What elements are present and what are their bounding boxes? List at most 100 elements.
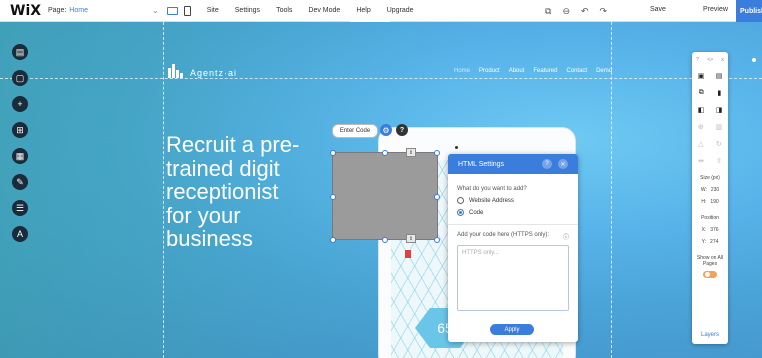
resize-handle[interactable]	[434, 194, 440, 200]
close-icon[interactable]: x	[721, 57, 724, 63]
menu-tools[interactable]: Tools	[276, 7, 292, 14]
show-on-all-pages-toggle[interactable]	[703, 271, 717, 278]
save-button[interactable]: Save	[650, 6, 666, 13]
publish-button[interactable]: Publish	[736, 0, 762, 22]
site-nav-about[interactable]: About	[509, 68, 525, 74]
resize-handle[interactable]	[382, 150, 388, 156]
y-field[interactable]: Y: 274	[692, 239, 728, 245]
y-value[interactable]: 274	[710, 239, 718, 245]
radio-selected-icon[interactable]	[457, 209, 464, 216]
panel-title: HTML Settings	[458, 160, 505, 168]
redo-icon[interactable]: ↷	[600, 6, 608, 17]
list-icon[interactable]: ☰	[12, 200, 28, 216]
pen-icon[interactable]: ✎	[12, 174, 28, 190]
width-field[interactable]: W: 230	[692, 187, 728, 193]
option-website-address[interactable]: Website Address	[457, 197, 569, 204]
question-label: What do you want to add?	[457, 186, 527, 192]
delete-icon[interactable]: ▮	[717, 89, 721, 97]
drag-handle-top-icon[interactable]: ⇕	[406, 148, 416, 157]
position-label: Position	[701, 215, 719, 221]
desktop-icon[interactable]	[166, 6, 178, 15]
option-label: Code	[469, 209, 484, 216]
duplicate-icon[interactable]: ⧉	[699, 89, 704, 97]
close-icon[interactable]: ✕	[558, 159, 568, 169]
plus-icon[interactable]: +	[12, 96, 28, 112]
html-embed-element[interactable]	[332, 152, 438, 240]
left-toolbar: ▤ ▢ + ⊞ ▦ ✎ ☰ A	[12, 44, 28, 242]
preview-button[interactable]: Preview	[703, 6, 728, 13]
resize-handle[interactable]	[330, 150, 336, 156]
code-icon[interactable]: <>	[707, 57, 713, 63]
mobile-icon[interactable]	[183, 5, 191, 16]
match-height-icon[interactable]: ⇳	[716, 157, 722, 165]
align-center-icon[interactable]: ⊕	[698, 123, 704, 131]
drag-handle-bottom-icon[interactable]: ⇕	[406, 234, 416, 243]
resize-handle[interactable]	[382, 237, 388, 243]
html-settings-panel: HTML Settings ? ✕ What do you want to ad…	[448, 154, 578, 342]
arrange-row: ▣ ▤	[692, 72, 728, 80]
x-value[interactable]: 376	[710, 227, 718, 233]
store-icon[interactable]: A	[12, 226, 28, 242]
option-code[interactable]: Code	[457, 209, 569, 216]
page-value: Home	[69, 7, 88, 14]
code-textarea[interactable]: HTTPS only...	[457, 245, 569, 311]
zoom-icon[interactable]: ⊖	[562, 6, 570, 17]
media-icon[interactable]: ▦	[12, 148, 28, 164]
align-row: ⊕ ▥	[692, 123, 728, 131]
width-value[interactable]: 230	[711, 187, 719, 193]
match-width-icon[interactable]: ⇹	[698, 157, 704, 165]
resize-handle[interactable]	[434, 150, 440, 156]
rotate-icon[interactable]: ↻	[716, 140, 722, 148]
resize-handle[interactable]	[434, 237, 440, 243]
gear-icon[interactable]: ⚙	[380, 124, 392, 136]
add-icon-1[interactable]: ▤	[12, 44, 28, 60]
menu-help[interactable]: Help	[356, 7, 370, 14]
page-label: Page:	[48, 7, 67, 14]
logo-bars-icon	[168, 64, 184, 78]
layers-button[interactable]: Layers	[692, 332, 728, 338]
height-value[interactable]: 190	[710, 199, 718, 205]
site-nav-home[interactable]: Home	[454, 68, 470, 74]
help-icon[interactable]: ?	[696, 57, 699, 63]
distribute-row: △ ↻	[692, 140, 728, 148]
align-right-icon[interactable]: ▥	[716, 123, 723, 131]
site-nav-contact[interactable]: Contact	[566, 68, 587, 74]
help-icon[interactable]: ?	[396, 124, 408, 136]
page-selector[interactable]: Page: Home	[48, 7, 138, 14]
menu-settings[interactable]: Settings	[235, 7, 260, 14]
add-icon-2[interactable]: ▢	[12, 70, 28, 86]
height-label: H:	[701, 199, 707, 205]
resize-handle[interactable]	[330, 194, 336, 200]
bring-forward-icon[interactable]: ◧	[698, 106, 705, 114]
resize-handle[interactable]	[330, 237, 336, 243]
site-brand: Agentz·ai	[190, 68, 238, 78]
site-nav-featured[interactable]: Featured	[533, 68, 557, 74]
height-field[interactable]: H: 190	[692, 199, 728, 205]
code-label: Add your code here (HTTPS only):	[457, 232, 550, 238]
menu-site[interactable]: Site	[207, 7, 219, 14]
arrange-row: ⧉ ▮	[692, 89, 728, 97]
send-back-icon[interactable]: ◨	[716, 106, 723, 114]
site-nav-product[interactable]: Product	[479, 68, 500, 74]
copy-icon[interactable]: ▣	[698, 72, 705, 80]
apps-icon[interactable]: ⊞	[12, 122, 28, 138]
site-canvas[interactable]: Agentz·ai Home Product About Featured Co…	[0, 22, 762, 358]
radio-icon[interactable]	[457, 197, 464, 204]
info-icon[interactable]: ⓘ	[563, 232, 569, 241]
align-icon[interactable]: ⧉	[545, 6, 551, 17]
paste-icon[interactable]: ▤	[716, 72, 723, 80]
site-logo[interactable]: Agentz·ai	[168, 64, 237, 78]
apply-button[interactable]: Apply	[490, 324, 534, 335]
chevron-down-icon[interactable]: ⌄	[152, 6, 159, 15]
width-label: W:	[700, 187, 707, 193]
panel-header[interactable]: HTML Settings ? ✕	[448, 154, 578, 174]
menu-dev-mode[interactable]: Dev Mode	[308, 7, 340, 14]
undo-icon[interactable]: ↶	[581, 6, 589, 17]
menu-upgrade[interactable]: Upgrade	[387, 7, 414, 14]
distribute-icon[interactable]: △	[698, 140, 703, 148]
enter-code-button[interactable]: Enter Code	[332, 124, 378, 138]
site-nav-demo[interactable]: Demo	[596, 68, 612, 74]
wix-logo[interactable]: WiX	[10, 3, 41, 19]
help-icon[interactable]: ?	[542, 159, 552, 169]
x-field[interactable]: X: 376	[692, 227, 728, 233]
